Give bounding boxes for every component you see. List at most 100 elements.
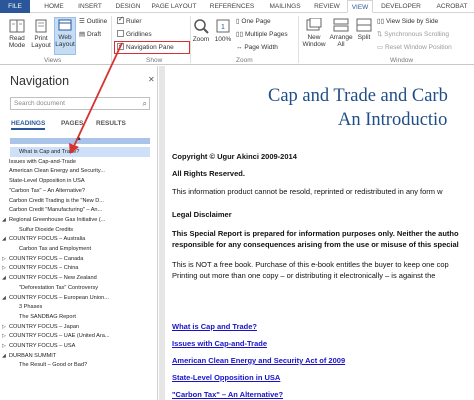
expand-arrow-icon[interactable]: ▷ — [2, 263, 9, 273]
copyright-line: Copyright © Ugur Akinci 2009-2014 — [172, 152, 297, 161]
expand-arrow-icon[interactable]: ▷ — [2, 322, 9, 332]
arrange-all-icon — [333, 18, 349, 32]
new-window-button[interactable]: New Window — [301, 18, 327, 48]
zoom-100-button[interactable]: 1 100% — [212, 18, 234, 43]
heading-item[interactable]: State-Level Opposition in USA — [0, 176, 150, 186]
heading-label: COUNTRY FOCUS – European Union... — [9, 294, 109, 301]
one-page-label: One Page — [241, 18, 271, 25]
heading-item[interactable]: ▷ COUNTRY FOCUS – USA — [0, 341, 150, 351]
disclaimer-line1: This Special Report is prepared for info… — [172, 229, 459, 238]
heading-item[interactable]: 3 Phases — [0, 302, 150, 312]
toc-link[interactable]: American Clean Energy and Security Act o… — [172, 356, 345, 365]
arrange-all-label: Arrange All — [329, 34, 353, 48]
outline-button[interactable]: ☰ Outline — [79, 17, 107, 26]
tab-home[interactable]: HOME — [38, 0, 70, 13]
heading-item[interactable]: The SANDBAG Report — [0, 312, 150, 322]
heading-item[interactable]: Carbon Credit Trading is the "New D... — [0, 196, 150, 206]
heading-label: COUNTRY FOCUS – USA — [9, 343, 76, 349]
collapse-arrow-icon[interactable]: ◢ — [2, 273, 9, 283]
heading-label: The Result – Good or Bad? — [19, 362, 88, 369]
tab-developer[interactable]: DEVELOPER — [376, 0, 426, 13]
expand-arrow-icon[interactable]: ▷ — [2, 341, 9, 351]
heading-label: "Deforestation Tax" Controversy — [19, 284, 99, 291]
multiple-pages-button[interactable]: ▯▯ Multiple Pages — [236, 30, 288, 39]
tab-file[interactable]: FILE — [0, 0, 30, 13]
ruler-label: Ruler — [126, 18, 142, 25]
view-side-by-side-button[interactable]: ▯▯ View Side by Side — [377, 17, 438, 26]
search-document-input[interactable]: Search document ⌕ — [10, 97, 150, 110]
tab-view[interactable]: VIEW — [347, 0, 373, 13]
collapse-arrow-icon[interactable]: ◢ — [2, 234, 9, 244]
disclaimer-heading: Legal Disclaimer — [172, 210, 232, 219]
heading-item[interactable]: ◢ COUNTRY FOCUS – New Zealand — [0, 273, 150, 283]
toc-link[interactable]: What is Cap and Trade? — [172, 322, 257, 331]
arrange-all-button[interactable]: Arrange All — [329, 18, 353, 48]
heading-item[interactable]: ◢ COUNTRY FOCUS – Australia — [0, 234, 150, 244]
ruler-checkbox[interactable]: Ruler — [117, 15, 142, 26]
tab-review[interactable]: REVIEW — [310, 0, 344, 13]
collapse-arrow-icon[interactable]: ◢ — [2, 293, 9, 303]
tab-design[interactable]: DESIGN — [110, 0, 146, 13]
heading-item[interactable]: What is Cap and Trade? — [10, 147, 150, 157]
heading-item[interactable]: Sulfur Dioxide Credits — [0, 225, 150, 235]
heading-item[interactable]: ▷ COUNTRY FOCUS – Canada — [0, 254, 150, 264]
heading-item[interactable]: The Result – Good or Bad? — [0, 360, 150, 370]
multiple-pages-label: Multiple Pages — [244, 31, 288, 38]
group-separator — [111, 16, 112, 63]
collapse-arrow-icon[interactable]: ◢ — [2, 351, 9, 361]
toc-link[interactable]: Issues with Cap-and-Trade — [172, 339, 267, 348]
heading-item[interactable]: Carbon Tax and Employment — [0, 244, 150, 254]
heading-item[interactable]: ▷ COUNTRY FOCUS – Japan — [0, 322, 150, 332]
expand-arrow-icon[interactable]: ▷ — [2, 331, 9, 341]
heading-item[interactable]: Issues with Cap-and-Trade — [0, 157, 150, 167]
toc-link[interactable]: "Carbon Tax" – An Alternative? — [172, 390, 283, 399]
ribbon-tab-bar: FILE HOME INSERT DESIGN PAGE LAYOUT REFE… — [0, 0, 474, 13]
heading-item[interactable]: ◢ Regional Greenhouse Gas Initiative (... — [0, 215, 150, 225]
heading-item[interactable]: ▷ COUNTRY FOCUS – UAE (United Ara... — [0, 331, 150, 341]
tab-results[interactable]: RESULTS — [96, 120, 126, 127]
gridlines-check[interactable] — [117, 30, 124, 37]
navigation-pane: Navigation ✕ Search document ⌕ HEADINGS … — [0, 66, 158, 400]
svg-text:1: 1 — [221, 24, 225, 31]
split-label: Split — [357, 34, 371, 41]
one-page-button[interactable]: ▯ One Page — [236, 17, 271, 26]
heading-item[interactable]: ◢ DURBAN SUMMIT — [0, 351, 150, 361]
ruler-check[interactable] — [117, 15, 124, 24]
gridlines-checkbox[interactable]: Gridlines — [117, 30, 152, 39]
web-layout-button[interactable]: Web Layout — [54, 17, 76, 55]
print-layout-button[interactable]: Print Layout — [30, 19, 52, 49]
tab-pages[interactable]: PAGES — [61, 120, 83, 127]
zoom-button[interactable]: Zoom — [192, 18, 210, 43]
new-window-icon — [306, 18, 322, 31]
heading-item[interactable]: ◢ COUNTRY FOCUS – European Union... — [0, 293, 150, 303]
reset-window-position-button[interactable]: ▭ Reset Window Position — [377, 43, 452, 52]
close-icon[interactable]: ✕ — [148, 75, 155, 84]
expand-arrow-icon[interactable]: ▷ — [2, 254, 9, 264]
heading-item[interactable]: American Clean Energy and Security... — [0, 166, 150, 176]
document-title-line2: An Introductio — [338, 110, 448, 130]
multiple-pages-icon: ▯▯ — [236, 31, 245, 38]
tab-page-layout[interactable]: PAGE LAYOUT — [148, 0, 200, 13]
tab-references[interactable]: REFERENCES — [204, 0, 260, 13]
tab-acrobat[interactable]: ACROBAT — [430, 0, 474, 13]
heading-item[interactable]: Carbon Credit "Manufacturing" – An... — [0, 205, 150, 215]
heading-item[interactable]: "Carbon Tax" – An Alternative? — [0, 186, 150, 196]
free-book-line1: This is NOT a free book. Purchase of thi… — [172, 260, 449, 269]
heading-label: Issues with Cap-and-Trade — [9, 158, 76, 165]
collapse-arrow-icon[interactable]: ◢ — [2, 215, 9, 225]
tab-headings[interactable]: HEADINGS — [11, 120, 46, 130]
print-layout-label: Print Layout — [31, 35, 51, 49]
page-width-button[interactable]: ↔ Page Width — [236, 43, 278, 52]
search-icon[interactable]: ⌕ — [143, 99, 147, 109]
heading-item[interactable]: "Deforestation Tax" Controversy — [0, 283, 150, 293]
headings-scroll-up-bar[interactable]: ▲ — [10, 136, 150, 144]
draft-button[interactable]: ▤ Draft — [79, 30, 101, 39]
heading-item[interactable]: ▷ COUNTRY FOCUS – China — [0, 263, 150, 273]
read-mode-button[interactable]: Read Mode — [6, 19, 28, 49]
synchronous-scrolling-button[interactable]: ⇅ Synchronous Scrolling — [377, 30, 449, 39]
document-page[interactable]: Cap and Trade and Carb An Introductio Co… — [165, 66, 474, 400]
tab-mailings[interactable]: MAILINGS — [264, 0, 306, 13]
tab-insert[interactable]: INSERT — [72, 0, 108, 13]
toc-link[interactable]: State-Level Opposition in USA — [172, 373, 280, 382]
split-button[interactable]: Split — [355, 18, 373, 41]
